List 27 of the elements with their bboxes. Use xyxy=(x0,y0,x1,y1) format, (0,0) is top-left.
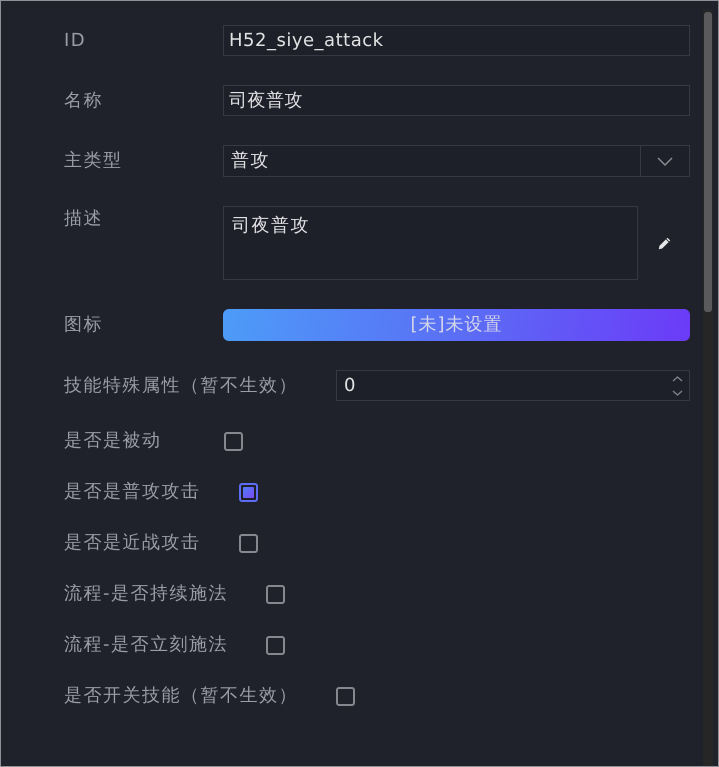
checkbox-label: 是否开关技能（暂不生效） xyxy=(64,685,299,707)
field-label: 描述 xyxy=(64,207,104,230)
field-label: 名称 xyxy=(64,90,104,112)
checkbox-label: 流程-是否持续施法 xyxy=(64,583,229,605)
checkbox[interactable] xyxy=(266,584,285,604)
checkbox[interactable] xyxy=(336,686,355,706)
scrollbar-thumb[interactable] xyxy=(704,12,712,312)
checkbox-label: 是否是普攻攻击 xyxy=(64,481,202,503)
pencil-icon[interactable] xyxy=(658,236,670,250)
checkbox-label: 是否是被动 xyxy=(64,430,162,452)
checkbox[interactable] xyxy=(238,482,258,502)
chevron-down-icon[interactable] xyxy=(657,156,673,166)
field-label: ID xyxy=(64,30,88,52)
type-select[interactable]: 普攻 xyxy=(223,145,690,177)
scrollbar-track[interactable] xyxy=(703,10,713,766)
field-label: 图标 xyxy=(64,314,104,336)
description-field[interactable]: 司夜普攻 xyxy=(223,206,638,280)
field-label: 主类型 xyxy=(64,150,124,172)
checkbox-label: 流程-是否立刻施法 xyxy=(64,634,229,656)
number-field[interactable]: 0 xyxy=(336,370,690,401)
checkbox[interactable] xyxy=(238,534,258,552)
checkbox-label: 是否是近战攻击 xyxy=(64,532,202,554)
text-field[interactable]: 司夜普攻 xyxy=(223,85,690,116)
checkbox[interactable] xyxy=(266,636,285,654)
field-label: 技能特殊属性（暂不生效） xyxy=(64,374,299,396)
text-field[interactable]: H52_siye_attack xyxy=(223,25,690,56)
checkbox[interactable] xyxy=(224,432,243,450)
